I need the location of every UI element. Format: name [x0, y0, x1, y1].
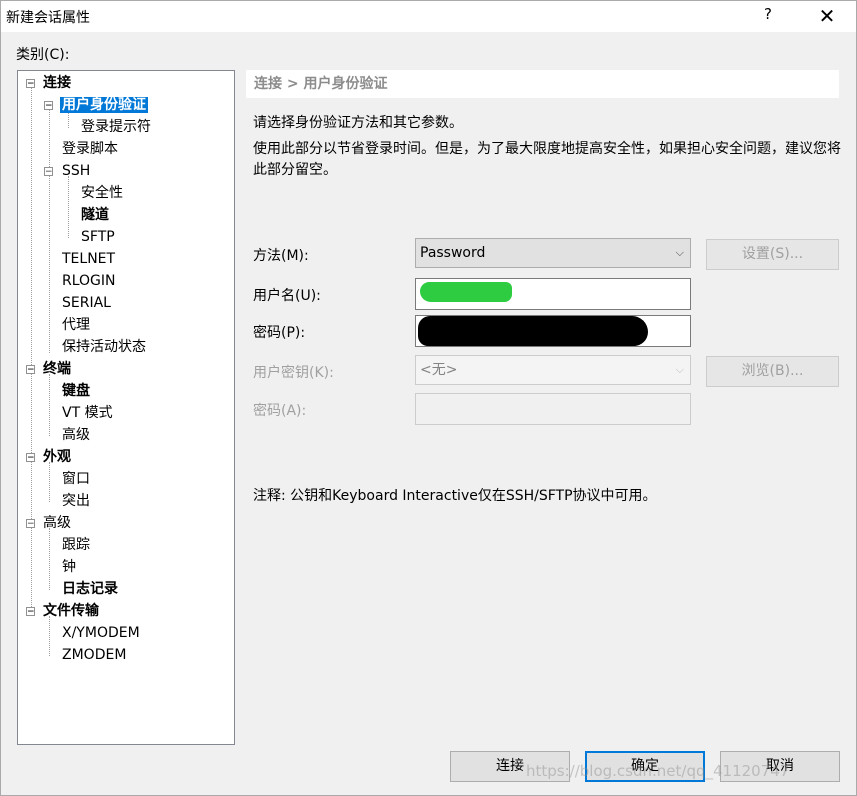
user-key-label: 用户密钥(K):: [253, 365, 334, 381]
description-heading: 请选择身份验证方法和其它参数。: [253, 115, 463, 131]
tree-connector: [49, 528, 50, 590]
tree-item-telnet[interactable]: TELNET: [62, 249, 115, 269]
close-button[interactable]: ✕: [812, 2, 842, 30]
collapse-icon[interactable]: −: [26, 519, 35, 529]
tree-item-highlight[interactable]: 突出: [62, 491, 90, 511]
tree-connector: [49, 616, 50, 656]
settings-button[interactable]: 设置(S)...: [706, 239, 839, 270]
tree-item-security[interactable]: 安全性: [81, 183, 123, 203]
chevron-down-icon: ⌵: [675, 363, 684, 376]
user-key-select[interactable]: <无> ⌵: [415, 355, 691, 385]
tree-item-login-prompts[interactable]: 登录提示符: [81, 117, 151, 137]
tree-connector: [49, 110, 50, 353]
tree-connector: [49, 462, 50, 502]
method-select-value: Password: [420, 245, 486, 261]
passphrase-field[interactable]: [415, 393, 691, 425]
tree-item-connection[interactable]: − 连接: [26, 73, 71, 93]
tree-item-xymodem[interactable]: X/YMODEM: [62, 623, 140, 643]
tree-item-proxy[interactable]: 代理: [62, 315, 90, 335]
tree-item-appearance[interactable]: − 外观: [26, 447, 71, 467]
tree-item-user-auth[interactable]: − 用户身份验证: [44, 95, 148, 115]
description-text: 使用此部分以节省登录时间。但是，为了最大限度地提高安全性，如果担心安全问题，建议…: [253, 141, 841, 178]
tree-item-bell[interactable]: 钟: [62, 557, 76, 577]
redaction-mark: [420, 282, 512, 302]
category-label: 类别(C):: [16, 47, 70, 63]
tree-item-vt-mode[interactable]: VT 模式: [62, 403, 113, 423]
tree-item-window[interactable]: 窗口: [62, 469, 90, 489]
tree-connector: [68, 176, 69, 238]
tree-item-serial[interactable]: SERIAL: [62, 293, 111, 313]
title-bar: 新建会话属性 ? ✕: [0, 0, 857, 32]
tree-item-ssh[interactable]: − SSH: [44, 161, 90, 181]
note-text: 注释: 公钥和Keyboard Interactive仅在SSH/SFTP协议中…: [253, 488, 657, 504]
tree-item-keyboard[interactable]: 键盘: [62, 381, 90, 401]
tree-item-logging[interactable]: 日志记录: [62, 579, 118, 599]
passphrase-label: 密码(A):: [253, 403, 307, 419]
method-select[interactable]: Password ⌵: [415, 238, 691, 268]
collapse-icon[interactable]: −: [44, 167, 53, 177]
user-key-select-value: <无>: [420, 362, 458, 378]
browse-button[interactable]: 浏览(B)...: [706, 356, 839, 387]
help-button[interactable]: ?: [764, 5, 778, 25]
tree-item-zmodem[interactable]: ZMODEM: [62, 645, 126, 665]
tree-item-keep-alive[interactable]: 保持活动状态: [62, 337, 146, 357]
breadcrumb: 连接 > 用户身份验证: [246, 70, 839, 98]
password-label: 密码(P):: [253, 325, 306, 341]
tree-item-tunneling[interactable]: 隧道: [81, 205, 109, 225]
chevron-down-icon: ⌵: [675, 246, 684, 259]
collapse-icon[interactable]: −: [26, 365, 35, 375]
method-label: 方法(M):: [253, 248, 309, 264]
watermark: https://blog.csdn.net/qq_41120747: [526, 762, 790, 780]
category-tree[interactable]: − 连接 − 用户身份验证 登录提示符 登录脚本 − SSH 安全性 隧道 SF…: [17, 70, 235, 745]
username-label: 用户名(U):: [253, 288, 321, 304]
tree-item-terminal-advanced[interactable]: 高级: [62, 425, 90, 445]
tree-item-login-script[interactable]: 登录脚本: [62, 139, 118, 159]
tree-item-rlogin[interactable]: RLOGIN: [62, 271, 116, 291]
collapse-icon[interactable]: −: [26, 453, 35, 463]
collapse-icon[interactable]: −: [26, 79, 35, 89]
redaction-mark: [418, 316, 648, 346]
tree-item-terminal[interactable]: − 终端: [26, 359, 71, 379]
tree-item-sftp[interactable]: SFTP: [81, 227, 115, 247]
tree-item-advanced[interactable]: − 高级: [26, 513, 71, 533]
tree-connector: [49, 374, 50, 436]
tree-item-file-transfer[interactable]: − 文件传输: [26, 601, 99, 621]
tree-item-trace[interactable]: 跟踪: [62, 535, 90, 555]
window-title: 新建会话属性: [6, 10, 90, 26]
collapse-icon[interactable]: −: [44, 101, 53, 111]
collapse-icon[interactable]: −: [26, 607, 35, 617]
